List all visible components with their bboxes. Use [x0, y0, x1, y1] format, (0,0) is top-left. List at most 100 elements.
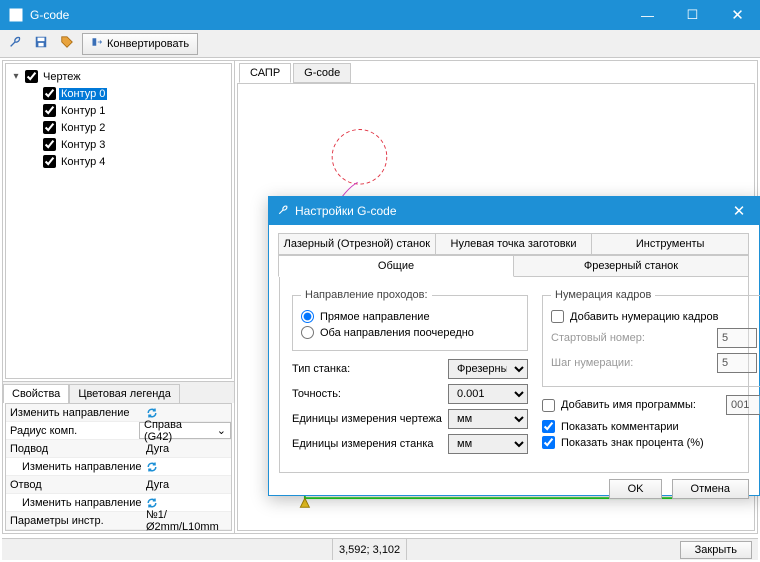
check-show-comments[interactable]: Показать комментарии — [542, 420, 760, 433]
canvas-tabstrip: САПР G-code — [239, 63, 351, 83]
dialog-titlebar: Настройки G-code ✕ — [269, 197, 759, 225]
direction-group-label: Направление проходов: — [301, 289, 432, 301]
precision-row: Точность: 0.001 — [292, 384, 528, 404]
prop-row[interactable]: Подвод Дуга — [6, 440, 231, 458]
close-window-button[interactable]: Закрыть — [680, 541, 752, 559]
collapse-icon[interactable]: ▾ — [10, 71, 22, 82]
tab-general[interactable]: Общие — [278, 255, 514, 277]
app-icon — [8, 7, 24, 23]
convert-icon — [91, 36, 103, 51]
wrench-icon — [8, 35, 22, 52]
refresh-icon[interactable] — [146, 497, 158, 509]
direction-group: Направление проходов: Прямое направление… — [292, 289, 528, 351]
tab-cad[interactable]: САПР — [239, 63, 291, 83]
radio-direct[interactable]: Прямое направление — [301, 310, 519, 323]
machine-type-label: Тип станка: — [292, 363, 442, 375]
drawing-units-label: Единицы измерения чертежа — [292, 413, 442, 425]
radio-alternating[interactable]: Оба направления поочередно — [301, 326, 519, 339]
tree-item[interactable]: Контур 0 — [10, 85, 227, 102]
minimize-button[interactable]: — — [625, 0, 670, 30]
machine-units-select[interactable]: мм — [448, 434, 528, 454]
tab-laser[interactable]: Лазерный (Отрезной) станок — [278, 233, 436, 255]
step-number-input[interactable] — [717, 353, 757, 373]
prop-key: Отвод — [6, 479, 146, 491]
wrench-icon — [277, 204, 289, 219]
prop-key: Параметры инстр. — [6, 515, 146, 527]
contour-tree[interactable]: ▾ Чертеж Контур 0 Контур 1 Контур 2 Конт… — [5, 63, 232, 379]
dialog-tabs: Лазерный (Отрезной) станок Нулевая точка… — [269, 225, 759, 473]
tree-root-checkbox[interactable] — [25, 70, 38, 83]
prop-value: №1/Ø2mm/L10mm — [146, 509, 231, 533]
tree-item-label[interactable]: Контур 0 — [59, 88, 107, 100]
tab-tools[interactable]: Инструменты — [591, 233, 749, 255]
tree-item-label[interactable]: Контур 4 — [59, 156, 107, 168]
prop-value: Дуга — [146, 479, 231, 491]
prop-value: Дуга — [146, 443, 231, 455]
convert-label: Конвертировать — [107, 38, 189, 50]
dialog-right-column: Нумерация кадров Добавить нумерацию кадр… — [542, 289, 760, 460]
tree-item-checkbox[interactable] — [43, 155, 56, 168]
refresh-icon[interactable] — [146, 461, 158, 473]
tree-item-label[interactable]: Контур 3 — [59, 139, 107, 151]
tab-color-legend[interactable]: Цветовая легенда — [69, 384, 180, 403]
tree-item-checkbox[interactable] — [43, 104, 56, 117]
start-number-input[interactable] — [717, 328, 757, 348]
statusbar: 3,592; 3,102 Закрыть — [2, 538, 758, 560]
refresh-icon[interactable] — [146, 407, 158, 419]
tool-button-3[interactable] — [56, 33, 78, 55]
tree-item-label[interactable]: Контур 2 — [59, 122, 107, 134]
properties-grid: Изменить направление Радиус комп. Справа… — [5, 403, 232, 531]
prop-row[interactable]: Параметры инстр. №1/Ø2mm/L10mm — [6, 512, 231, 530]
tree-item-checkbox[interactable] — [43, 121, 56, 134]
props-tabstrip: Свойства Цветовая легенда — [3, 381, 234, 403]
numbering-group-label: Нумерация кадров — [551, 289, 655, 301]
tree-item[interactable]: Контур 1 — [10, 102, 227, 119]
dialog-body: Направление проходов: Прямое направление… — [279, 277, 749, 473]
prop-key: Подвод — [6, 443, 146, 455]
machine-units-row: Единицы измерения станка мм — [292, 434, 528, 454]
dialog-close-button[interactable]: ✕ — [719, 202, 759, 220]
floppy-icon — [34, 35, 48, 52]
close-button[interactable]: ✕ — [715, 0, 760, 30]
tree-item[interactable]: Контур 4 — [10, 153, 227, 170]
tree-item[interactable]: Контур 2 — [10, 119, 227, 136]
tree-root[interactable]: ▾ Чертеж — [10, 68, 227, 85]
precision-label: Точность: — [292, 388, 442, 400]
window-title: G-code — [30, 8, 625, 22]
machine-type-select[interactable]: Фрезерный — [448, 359, 528, 379]
status-coordinates: 3,592; 3,102 — [332, 539, 407, 560]
settings-dialog: Настройки G-code ✕ Лазерный (Отрезной) с… — [268, 196, 760, 496]
tree-root-label[interactable]: Чертеж — [41, 71, 83, 83]
convert-button[interactable]: Конвертировать — [82, 33, 198, 55]
tree-item[interactable]: Контур 3 — [10, 136, 227, 153]
prop-row[interactable]: Радиус комп. Справа (G42)⌄ — [6, 422, 231, 440]
program-name-row: Добавить имя программы: — [542, 395, 760, 415]
tab-zero-point[interactable]: Нулевая точка заготовки — [435, 233, 593, 255]
precision-select[interactable]: 0.001 — [448, 384, 528, 404]
ok-button[interactable]: OK — [609, 479, 663, 499]
check-show-percent[interactable]: Показать знак процента (%) — [542, 436, 760, 449]
tab-milling[interactable]: Фрезерный станок — [513, 255, 749, 277]
check-add-numbering[interactable]: Добавить нумерацию кадров — [551, 310, 757, 323]
tree-item-checkbox[interactable] — [43, 138, 56, 151]
cancel-button[interactable]: Отмена — [672, 479, 749, 499]
save-button[interactable] — [30, 33, 52, 55]
prop-value-select[interactable]: Справа (G42)⌄ — [139, 422, 231, 439]
tree-item-checkbox[interactable] — [43, 87, 56, 100]
numbering-group: Нумерация кадров Добавить нумерацию кадр… — [542, 289, 760, 387]
step-number-row: Шаг нумерации: — [551, 353, 757, 373]
program-name-input[interactable] — [726, 395, 760, 415]
tab-gcode[interactable]: G-code — [293, 63, 351, 83]
tab-properties[interactable]: Свойства — [3, 384, 69, 403]
left-pane: ▾ Чертеж Контур 0 Контур 1 Контур 2 Конт… — [3, 61, 235, 533]
dialog-button-row: OK Отмена — [269, 473, 759, 507]
prop-row[interactable]: Изменить направление — [6, 458, 231, 476]
drawing-units-select[interactable]: мм — [448, 409, 528, 429]
prop-key: Изменить направление — [6, 407, 146, 419]
maximize-button[interactable]: ☐ — [670, 0, 715, 30]
prop-key: Радиус комп. — [6, 425, 139, 437]
prop-row[interactable]: Отвод Дуга — [6, 476, 231, 494]
tree-item-label[interactable]: Контур 1 — [59, 105, 107, 117]
check-add-program-name[interactable]: Добавить имя программы: — [542, 399, 720, 412]
settings-button[interactable] — [4, 33, 26, 55]
